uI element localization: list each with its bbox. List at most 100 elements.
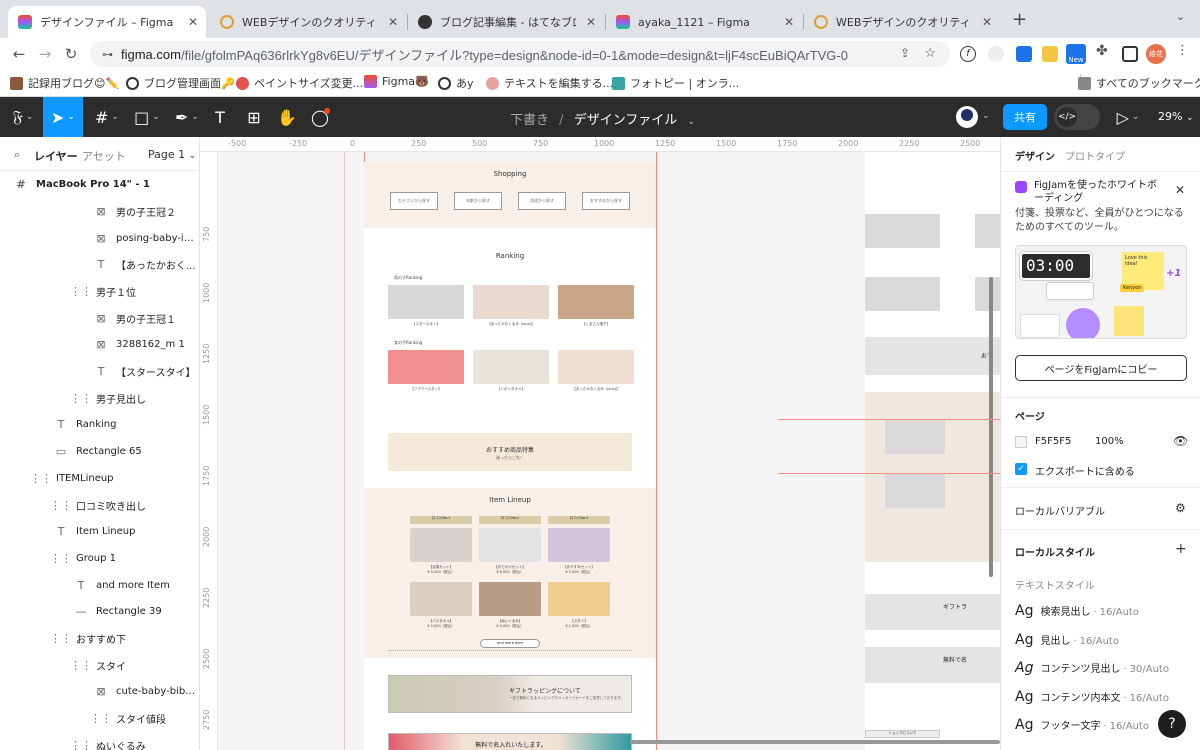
shop-recommend-button[interactable]: おすすめから探す: [582, 192, 630, 210]
page-color-value[interactable]: F5F5F5: [1035, 436, 1071, 447]
reload-button[interactable]: ↻: [60, 43, 82, 65]
tab-hatena-blog[interactable]: ブログ記事編集 - はてなブログ ✕: [408, 6, 604, 38]
extension-icon[interactable]: [1016, 46, 1032, 62]
close-tab-icon[interactable]: ✕: [188, 15, 198, 29]
drafts-link[interactable]: 下書き: [510, 113, 549, 128]
compass-extension-icon[interactable]: [988, 46, 1004, 62]
side-panel-icon[interactable]: [1122, 46, 1138, 62]
back-button[interactable]: ←: [8, 43, 30, 65]
layer-row[interactable]: ⋮⋮ スタイ: [0, 652, 199, 679]
gift-banner[interactable]: ギフトラッピングについて 一目で無料になるラッピングやメッセージカードをご用意し…: [388, 675, 632, 713]
tab-design[interactable]: デザイン: [1015, 148, 1055, 163]
hand-tool-button[interactable]: ✋: [275, 97, 299, 137]
new-tab-button[interactable]: +: [1012, 9, 1027, 30]
file-name[interactable]: デザインファイル: [574, 113, 678, 128]
copy-to-figjam-button[interactable]: ページをFigJamにコピー: [1015, 355, 1187, 381]
bookmark-item[interactable]: テキストを編集する...: [486, 75, 613, 91]
extensions-puzzle-icon[interactable]: ✤: [1096, 43, 1112, 59]
text-tool-button[interactable]: T: [208, 97, 232, 137]
bookmark-item[interactable]: ペイントサイズ変更...: [236, 75, 363, 91]
profile-avatar[interactable]: 綾花: [1146, 44, 1166, 64]
shop-category-button[interactable]: カテゴリから探す: [390, 192, 438, 210]
text-style-item[interactable]: Ag 検索見出し · 16/Auto: [1015, 603, 1139, 619]
forward-button[interactable]: →: [34, 43, 56, 65]
bookmark-item[interactable]: あy: [438, 75, 474, 91]
help-button[interactable]: ?: [1158, 710, 1186, 738]
layer-row[interactable]: T 【スタースタイ】: [0, 358, 199, 385]
layer-root-frame[interactable]: # MacBook Pro 14" - 1: [0, 171, 199, 198]
layer-row[interactable]: ⊠ 男の子王冠１: [0, 305, 199, 332]
layer-row[interactable]: T Item Lineup: [0, 518, 199, 545]
layer-row[interactable]: ⋮⋮ ぬいぐるみ: [0, 732, 199, 750]
page-selector[interactable]: Page 1 ⌄: [148, 148, 196, 161]
layer-row[interactable]: ⋮⋮ 口コミ吹き出し: [0, 492, 199, 519]
chevron-down-icon[interactable]: ⌄: [982, 111, 990, 121]
free-name-banner[interactable]: 無料で名入れいたします。: [388, 733, 632, 750]
layer-row[interactable]: ▭ Rectangle 65: [0, 438, 199, 465]
tab-web-design[interactable]: WEBデザインのクオリティを上げる ✕: [210, 6, 406, 38]
resources-button[interactable]: ⊞: [242, 97, 266, 137]
close-tab-icon[interactable]: ✕: [784, 15, 794, 29]
design-canvas[interactable]: -500 -250 0 250 500 750 1000 1250 1500 1750 2000 22…: [200, 137, 1000, 750]
tab-figma-ayaka[interactable]: ayaka_1121 – Figma ✕: [606, 6, 802, 38]
search-layers-icon[interactable]: ⌕: [14, 148, 20, 162]
layer-row[interactable]: ⋮⋮ スタイ値段: [0, 705, 199, 732]
tab-search-icon[interactable]: ⌄: [1176, 10, 1185, 23]
tab-assets[interactable]: アセット: [82, 148, 126, 164]
layer-row[interactable]: ⊠ 男の子王冠２: [0, 198, 199, 225]
layer-row[interactable]: ⋮⋮ 男子１位: [0, 278, 199, 305]
tab-web-design-2[interactable]: WEBデザインのクオリティを上げる ✕: [804, 6, 1000, 38]
layer-row[interactable]: T Ranking: [0, 412, 199, 439]
close-icon[interactable]: ✕: [1175, 183, 1185, 197]
share-button[interactable]: 共有: [1003, 104, 1047, 130]
layer-row[interactable]: ⊠ posing-baby-in-...: [0, 225, 199, 252]
add-style-icon[interactable]: +: [1175, 541, 1187, 557]
layer-row[interactable]: Tand more Item: [0, 572, 199, 599]
address-bar[interactable]: ⊶ figma.com/file/gfolmPAq636rlrkYg8v6EU/…: [90, 41, 950, 67]
frame-secondary[interactable]: おす ギフトラ 無料で名 ショップについて: [865, 152, 1000, 750]
bookmark-item[interactable]: ブログ管理画面🔑: [126, 75, 235, 91]
frame-tool-button[interactable]: # ⌄: [88, 97, 126, 137]
tab-figma-design[interactable]: デザインファイル – Figma ✕: [8, 6, 206, 38]
layer-row[interactable]: T 【あったかおく...: [0, 251, 199, 278]
dev-mode-toggle[interactable]: </>: [1054, 104, 1100, 130]
shop-age-button[interactable]: 年齢から探す: [454, 192, 502, 210]
local-variables-link[interactable]: ローカルバリアブル: [1015, 503, 1105, 518]
layer-row[interactable]: — Rectangle 39: [0, 599, 199, 626]
close-tab-icon[interactable]: ✕: [388, 15, 398, 29]
zoom-control[interactable]: 29% ⌄: [1158, 110, 1194, 123]
horizontal-scrollbar[interactable]: [630, 740, 1000, 744]
present-button[interactable]: ▷ ⌄: [1116, 97, 1140, 137]
shape-tool-button[interactable]: □ ⌄: [128, 97, 166, 137]
pen-tool-button[interactable]: ✒ ⌄: [168, 97, 206, 137]
text-style-item[interactable]: Ag 見出し · 16/Auto: [1015, 632, 1119, 648]
site-info-icon[interactable]: ⊶: [102, 48, 113, 61]
feature-banner[interactable]: おすすめ商品特集 迷ったらこれ！: [388, 433, 632, 471]
and-more-button[interactable]: and more Item: [480, 639, 540, 648]
tab-prototype[interactable]: プロトタイプ: [1065, 148, 1125, 163]
move-tool-button[interactable]: ➤ ⌄: [43, 97, 83, 137]
comment-tool-button[interactable]: ◯: [308, 97, 332, 137]
all-bookmarks[interactable]: すべてのブックマーク: [1078, 75, 1200, 91]
frame-macbook[interactable]: Shopping カテゴリから探す 年齢から探す 用途から探す おすすめから探す…: [364, 162, 656, 750]
layer-row[interactable]: ⋮⋮ ITEMLineup: [0, 465, 199, 492]
close-tab-icon[interactable]: ✕: [586, 15, 596, 29]
page-opacity-value[interactable]: 100%: [1095, 436, 1124, 447]
settings-sliders-icon[interactable]: ⚙: [1175, 501, 1186, 515]
text-style-item[interactable]: Ag コンテンツ内本文 · 16/Auto: [1015, 689, 1169, 705]
export-checkbox[interactable]: ✓: [1015, 463, 1027, 475]
layer-row[interactable]: ⋮⋮ 男子見出し: [0, 385, 199, 412]
bookmark-star-icon[interactable]: ☆: [924, 45, 936, 61]
close-tab-icon[interactable]: ✕: [982, 15, 992, 29]
bookmark-item[interactable]: フォトピー | オンラ...: [612, 75, 739, 91]
share-page-icon[interactable]: ⇪: [900, 46, 910, 60]
chevron-down-icon[interactable]: ⌄: [687, 117, 695, 127]
canvas-scrollbar[interactable]: [989, 277, 993, 577]
shop-use-button[interactable]: 用途から探す: [518, 192, 566, 210]
user-avatar[interactable]: [956, 106, 978, 128]
layer-row[interactable]: ⋮⋮ Group 1: [0, 545, 199, 572]
bookmark-item[interactable]: Figma🐻: [364, 75, 429, 88]
new-extension-icon[interactable]: New: [1066, 44, 1086, 64]
main-menu-button[interactable]: 𝔉 ⌄: [4, 97, 42, 137]
layer-row[interactable]: ⊠ 3288162_m 1: [0, 332, 199, 359]
